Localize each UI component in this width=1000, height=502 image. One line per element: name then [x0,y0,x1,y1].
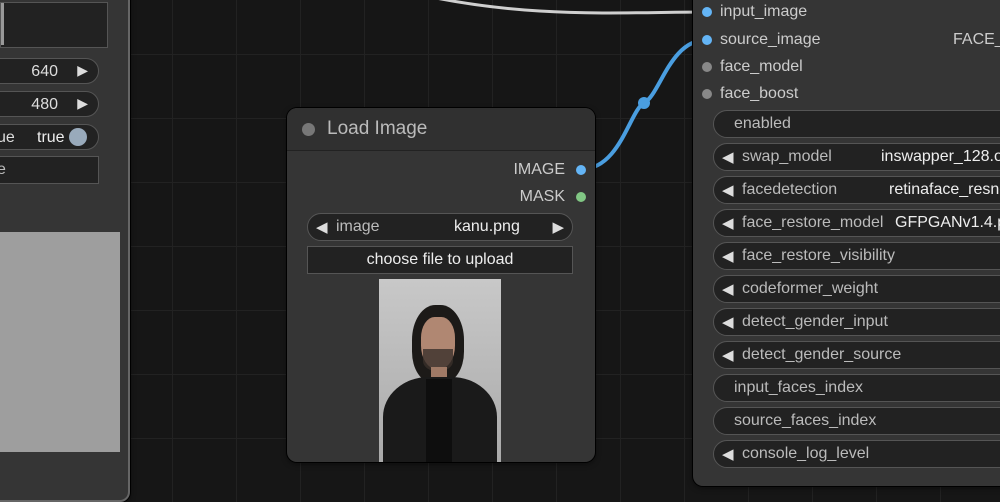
collapse-dot[interactable] [302,123,315,136]
swap-model-select[interactable]: ◀ swap_model inswapper_128.on [713,143,1000,171]
facedetection-value: retinaface_resnet [889,181,1000,198]
detect-gender-input-label: detect_gender_input [742,313,888,330]
face-output-label: FACE_ [953,31,1000,48]
toggle-widget[interactable]: ue true [0,124,99,150]
shirt-shape [426,379,452,462]
face-restore-model-value: GFPGANv1.4.p [895,214,1000,231]
left-text-value: e [0,161,6,178]
input-image-link [438,0,707,15]
left-preview-area [0,232,120,452]
decrement-arrow-icon[interactable]: ◀ [722,247,734,265]
output-mask-label: MASK [519,188,565,205]
face-boost-slot[interactable] [702,89,712,99]
height-value: 480 [31,96,58,113]
link-midpoint-handle [638,97,650,109]
detect-gender-input-select[interactable]: ◀ detect_gender_input ma [713,308,1000,336]
next-arrow-icon[interactable]: ▶ [552,218,564,236]
toggle-value: true [37,129,65,146]
face-restore-visibility-slider[interactable]: ◀ face_restore_visibility 0. [713,242,1000,270]
detect-gender-source-label: detect_gender_source [742,346,902,363]
output-image-label: IMAGE [513,161,565,178]
prev-arrow-icon[interactable]: ◀ [722,313,734,331]
image-select-label: image [336,218,380,235]
source-image-label: source_image [720,31,821,48]
decrement-arrow-icon[interactable]: ◀ [722,280,734,298]
image-output-slot[interactable] [576,165,586,175]
face-restore-model-select[interactable]: ◀ face_restore_model GFPGANv1.4.p [713,209,1000,237]
source-faces-index-field[interactable]: source_faces_index [713,407,1000,435]
width-value: 640 [31,63,58,80]
input-image-label: input_image [720,3,808,20]
console-log-level-select[interactable]: ◀ console_log_level [713,440,1000,468]
height-widget[interactable]: 480 ▶ [0,91,99,117]
detect-gender-source-select[interactable]: ◀ detect_gender_source ma [713,341,1000,369]
width-widget[interactable]: 640 ▶ [0,58,99,84]
swap-model-label: swap_model [742,148,832,165]
load-image-node[interactable]: Load Image IMAGE MASK ◀ image kanu.png ▶… [287,108,595,462]
upload-button[interactable]: choose file to upload [307,246,573,274]
faceswap-node[interactable]: input_image source_image FACE_ face_mode… [693,0,1000,486]
prev-arrow-icon[interactable]: ◀ [722,346,734,364]
input-faces-index-label: input_faces_index [734,379,863,396]
face-boost-label: face_boost [720,85,799,102]
prev-arrow-icon[interactable]: ◀ [722,148,734,166]
face-restore-model-label: face_restore_model [742,214,884,231]
toggle-label: ue [0,129,15,146]
codeformer-weight-label: codeformer_weight [742,280,879,297]
node-title: Load Image [327,118,428,139]
face-restore-visibility-label: face_restore_visibility [742,247,895,264]
left-node-textarea[interactable] [0,2,108,48]
swap-model-value: inswapper_128.on [881,148,1000,165]
input-faces-index-field[interactable]: input_faces_index [713,374,1000,402]
input-image-slot[interactable] [702,7,712,17]
source-image-slot[interactable] [702,35,712,45]
prev-arrow-icon[interactable]: ◀ [316,218,328,236]
image-select[interactable]: ◀ image kanu.png ▶ [307,213,573,241]
image-select-value: kanu.png [454,218,520,235]
facedetection-select[interactable]: ◀ facedetection retinaface_resnet [713,176,1000,204]
codeformer-weight-slider[interactable]: ◀ codeformer_weight 0. [713,275,1000,303]
image-to-source-link [581,38,707,171]
source-faces-index-label: source_faces_index [734,412,877,429]
enabled-label: enabled [734,115,791,132]
left-text-widget[interactable]: e [0,156,99,184]
face-model-slot[interactable] [702,62,712,72]
image-preview [379,279,501,462]
face-model-label: face_model [720,58,803,75]
increment-arrow-icon[interactable]: ▶ [77,62,88,79]
enabled-toggle[interactable]: enabled [713,110,1000,138]
left-node[interactable]: 640 ▶ 480 ▶ ue true e [0,0,130,502]
console-log-level-label: console_log_level [742,445,870,462]
prev-arrow-icon[interactable]: ◀ [722,214,734,232]
facedetection-label: facedetection [742,181,838,198]
increment-arrow-icon[interactable]: ▶ [77,95,88,112]
mask-output-slot[interactable] [576,192,586,202]
node-header[interactable]: Load Image [287,108,595,151]
prev-arrow-icon[interactable]: ◀ [722,445,734,463]
prev-arrow-icon[interactable]: ◀ [722,181,734,199]
toggle-knob[interactable] [69,128,87,146]
